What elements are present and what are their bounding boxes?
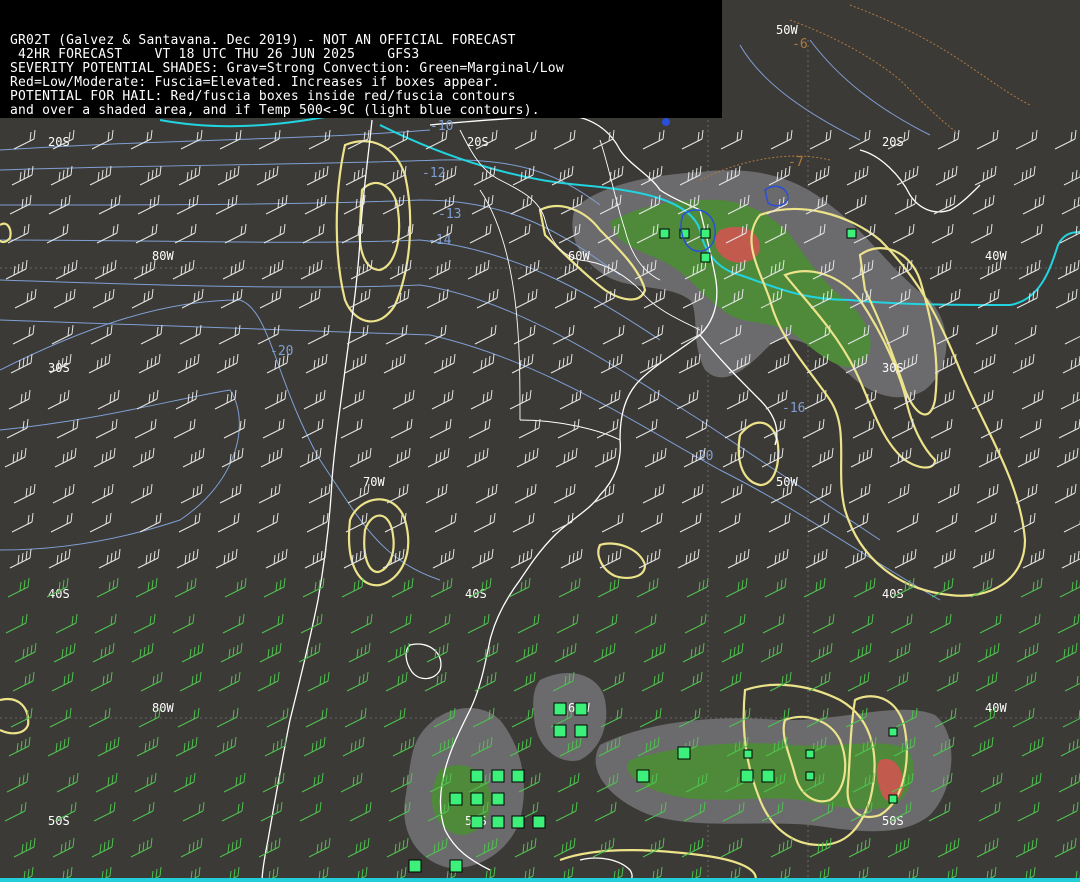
header-line-colors: Red=Low/Moderate: Fuscia=Elevated. Incre… <box>10 75 500 90</box>
temp-label-m10: -10 <box>430 119 453 134</box>
temp-label-m12: -12 <box>422 166 445 181</box>
hail-box <box>805 771 815 781</box>
temp-label-m14: -14 <box>428 233 452 248</box>
hail-box <box>491 815 505 829</box>
grid-label-70w-a: 70W <box>363 475 385 489</box>
hail-box <box>574 702 588 716</box>
hail-box <box>574 724 588 738</box>
grid-label-40w-b: 40W <box>985 701 1007 715</box>
map-canvas: 20S 20S 20S 30S 30S 40S 40S 40S 50S 50S … <box>0 0 1080 882</box>
hail-box <box>470 792 484 806</box>
temp-label-m7: -7 <box>788 155 804 170</box>
hail-box <box>491 792 505 806</box>
hail-box <box>659 228 670 239</box>
hail-box <box>511 815 525 829</box>
hail-box <box>743 749 753 759</box>
hail-box <box>700 228 711 239</box>
header-line-hail: POTENTIAL FOR HAIL: Red/fuscia boxes ins… <box>10 89 516 104</box>
hail-box <box>740 769 754 783</box>
hail-box <box>636 769 650 783</box>
hail-box <box>532 815 546 829</box>
hail-box <box>805 749 815 759</box>
hail-box <box>491 769 505 783</box>
hail-box <box>761 769 775 783</box>
grid-label-50w-b: 50W <box>776 475 798 489</box>
temp-label-m20-a: -20 <box>270 344 293 359</box>
header-line-forecast-time: 42HR FORECAST VT 18 UTC THU 26 JUN 2025 … <box>10 47 420 62</box>
grid-label-60w-a: 60W <box>568 249 590 263</box>
header-line-temp: and over a shaded area, and if Temp 500<… <box>10 103 540 118</box>
grid-label-50w-a: 50W <box>776 23 798 37</box>
hail-box <box>470 769 484 783</box>
hail-box <box>553 702 567 716</box>
hail-box <box>511 769 525 783</box>
hail-box <box>449 859 463 873</box>
hail-box <box>553 724 567 738</box>
hail-box <box>677 746 691 760</box>
forecast-map: 20S 20S 20S 30S 30S 40S 40S 40S 50S 50S … <box>0 0 1080 882</box>
hail-box <box>888 727 898 737</box>
hail-box <box>470 815 484 829</box>
hail-box <box>408 859 422 873</box>
temp-label-m6: -6 <box>792 37 808 52</box>
grid-label-20s-b: 20S <box>467 135 489 149</box>
grid-label-40w-a: 40W <box>985 249 1007 263</box>
grid-label-50s-a: 50S <box>48 814 70 828</box>
grid-label-40s-c: 40S <box>882 587 904 601</box>
temp-label-m16: -16 <box>782 401 805 416</box>
hail-box <box>700 252 711 263</box>
grid-label-30s-b: 30S <box>882 361 904 375</box>
bottom-border <box>0 878 1080 882</box>
hail-box <box>846 228 857 239</box>
hail-box <box>888 794 898 804</box>
header-line-title: GR02T (Galvez & Santavana. Dec 2019) - N… <box>10 33 516 48</box>
forecast-header: GR02T (Galvez & Santavana. Dec 2019) - N… <box>0 0 722 118</box>
header-line-severity: SEVERITY POTENTIAL SHADES: Grav=Strong C… <box>10 61 564 76</box>
hail-box <box>449 792 463 806</box>
